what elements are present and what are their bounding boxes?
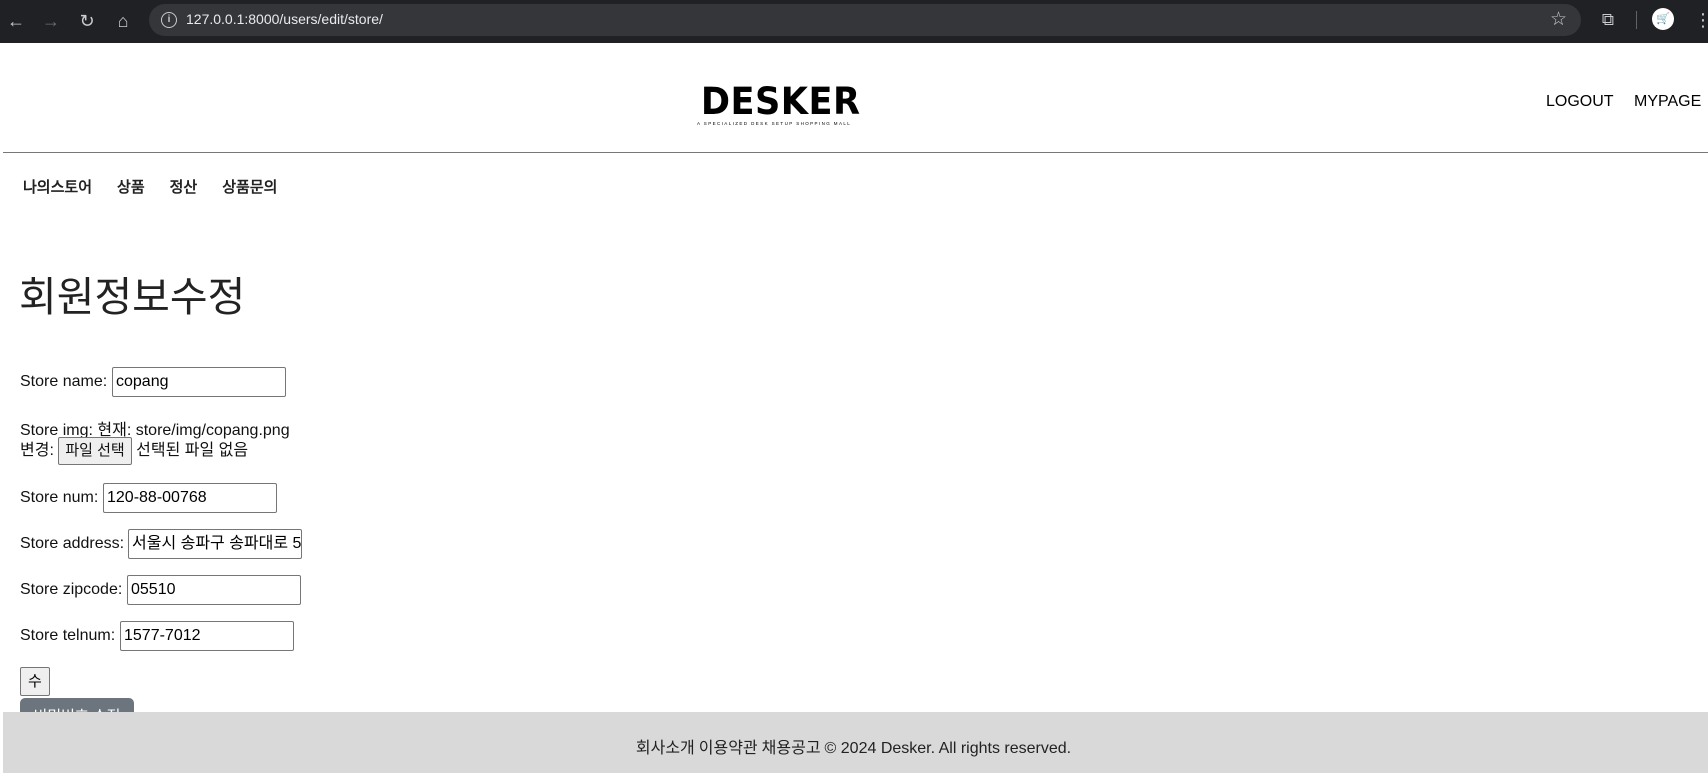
page: DESKER A SPECIALIZED DESK SETUP SHOPPING… [0, 43, 1708, 773]
footer-copyright: © 2024 Desker. All rights reserved. [824, 740, 1072, 757]
mypage-link[interactable]: MYPAGE [1634, 93, 1701, 111]
bookmark-star-icon[interactable]: ☆ [1550, 8, 1567, 31]
page-title: 회원정보수정 [19, 274, 246, 320]
store-name-input[interactable]: copang [112, 367, 286, 397]
address-bar[interactable]: i 127.0.0.1:8000/users/edit/store/ ☆ [149, 4, 1581, 36]
site-info-icon[interactable]: i [161, 12, 177, 28]
site-header: DESKER A SPECIALIZED DESK SETUP SHOPPING… [3, 43, 1708, 153]
store-telnum-input[interactable]: 1577-7012 [120, 621, 294, 651]
store-name-label: Store name: [20, 373, 108, 390]
nav-product-inquiry[interactable]: 상품문의 [222, 176, 277, 197]
store-address-label: Store address: [20, 535, 125, 552]
footer-link-careers[interactable]: 채용공고 [762, 740, 821, 757]
extensions-icon[interactable]: ⧉ [1596, 8, 1620, 32]
reload-icon[interactable]: ↻ [74, 8, 100, 34]
url-text[interactable]: 127.0.0.1:8000/users/edit/store/ [186, 11, 383, 27]
file-status-text: 선택된 파일 없음 [136, 442, 249, 459]
nav-my-store[interactable]: 나의스토어 [23, 176, 92, 197]
site-footer: 회사소개 이용약관 채용공고 © 2024 Desker. All rights re… [3, 712, 1708, 773]
store-num-label: Store num: [20, 489, 99, 506]
store-name-row: Store name: copang [20, 367, 286, 397]
back-icon[interactable]: ← [3, 8, 29, 34]
store-address-input[interactable]: 서울시 송파구 송파대로 57 [128, 529, 302, 559]
store-num-input[interactable]: 120-88-00768 [103, 483, 277, 513]
browser-toolbar: ← → ↻ ⌂ i 127.0.0.1:8000/users/edit/stor… [0, 0, 1708, 43]
store-telnum-row: Store telnum: 1577-7012 [20, 621, 294, 651]
nav-settlement[interactable]: 정산 [170, 176, 198, 197]
profile-avatar-icon[interactable]: 🛒 [1652, 8, 1674, 30]
store-zipcode-label: Store zipcode: [20, 581, 123, 598]
footer-link-terms[interactable]: 이용약관 [699, 740, 758, 757]
store-nav: 나의스토어 상품 정산 상품문의 [23, 176, 277, 197]
store-zipcode-row: Store zipcode: 05510 [20, 575, 301, 605]
logout-link[interactable]: LOGOUT [1546, 93, 1614, 111]
forward-icon[interactable]: → [38, 8, 64, 34]
store-zipcode-input[interactable]: 05510 [127, 575, 301, 605]
footer-link-about[interactable]: 회사소개 [636, 740, 695, 757]
store-img-change-row: 변경: 파일 선택 선택된 파일 없음 [20, 436, 248, 465]
store-num-row: Store num: 120-88-00768 [20, 483, 277, 513]
submit-edit-button[interactable]: 수정완료 [20, 667, 50, 771]
browser-menu-icon[interactable]: ⋮ [1694, 6, 1708, 34]
desker-logo[interactable]: DESKER A SPECIALIZED DESK SETUP SHOPPING… [697, 80, 861, 127]
footer-text: 회사소개 이용약관 채용공고 © 2024 Desker. All rights re… [3, 734, 1708, 758]
toolbar-divider [1636, 11, 1637, 29]
store-telnum-label: Store telnum: [20, 627, 116, 644]
logo-wordmark: DESKER [700, 80, 861, 123]
nav-products[interactable]: 상품 [117, 176, 145, 197]
file-choose-button[interactable]: 파일 선택 [58, 436, 132, 465]
store-address-row: Store address: 서울시 송파구 송파대로 57 [20, 529, 302, 559]
home-icon[interactable]: ⌂ [110, 8, 136, 34]
store-img-change-label: 변경: [20, 442, 54, 459]
